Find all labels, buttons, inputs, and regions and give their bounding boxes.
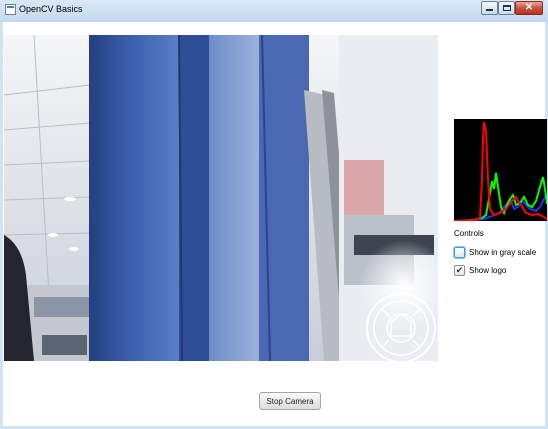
controls-heading: Controls (454, 229, 484, 238)
app-window-icon (5, 4, 16, 15)
close-button[interactable]: ✕ (515, 1, 543, 15)
histogram-plot (453, 119, 548, 222)
histogram-panel (453, 119, 548, 222)
show-logo-checkbox[interactable]: ✔ (454, 265, 465, 276)
close-icon: ✕ (524, 2, 534, 13)
maximize-button[interactable] (498, 1, 515, 15)
camera-frame (4, 35, 438, 361)
camera-image (4, 35, 438, 361)
show-logo-option[interactable]: ✔ Show logo (454, 265, 506, 276)
gray-scale-label: Show in gray scale (469, 248, 537, 257)
title-bar: OpenCV Basics ✕ (0, 0, 548, 22)
window-title: OpenCV Basics (19, 4, 83, 14)
stop-camera-button[interactable]: Stop Camera (259, 392, 321, 410)
maximize-icon (502, 5, 511, 11)
minimize-icon (486, 9, 493, 11)
checkmark-icon: ✔ (455, 265, 464, 275)
gray-scale-checkbox[interactable] (454, 247, 465, 258)
window-client-area: Controls Show in gray scale ✔ Show logo … (3, 22, 548, 426)
show-logo-label: Show logo (469, 266, 507, 275)
minimize-button[interactable] (481, 1, 498, 15)
gray-scale-option[interactable]: Show in gray scale (454, 247, 536, 258)
